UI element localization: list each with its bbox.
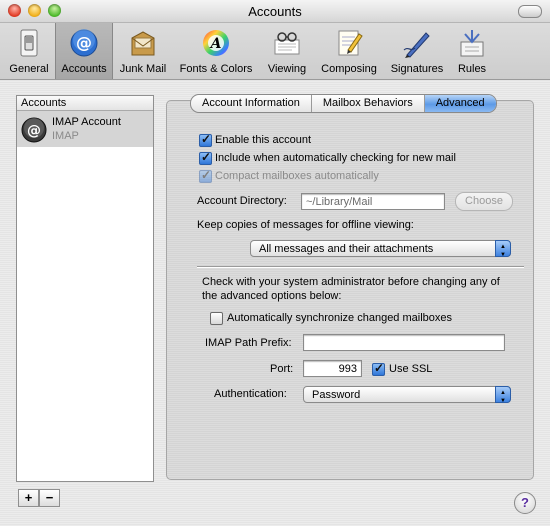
- section-divider: [197, 266, 524, 268]
- compact-mailboxes-checkbox[interactable]: [199, 168, 212, 183]
- list-item[interactable]: @ IMAP Account IMAP: [17, 111, 153, 147]
- accounts-list[interactable]: Accounts @ IMAP Account IMAP: [16, 95, 154, 482]
- authentication-value: Password: [312, 389, 361, 401]
- svg-text:@: @: [76, 33, 92, 52]
- imap-path-prefix-label: IMAP Path Prefix:: [205, 337, 292, 349]
- add-account-button[interactable]: +: [18, 489, 39, 507]
- imap-path-prefix-field[interactable]: [303, 334, 505, 351]
- light-switch-icon: [20, 29, 38, 57]
- account-tabs: Account Information Mailbox Behaviors Ad…: [190, 94, 497, 113]
- at-sign-icon: @: [70, 29, 98, 57]
- accounts-list-header: Accounts: [17, 96, 153, 111]
- toolbar-general[interactable]: General: [6, 23, 52, 79]
- toolbar-toggle-button[interactable]: [518, 5, 542, 18]
- authentication-label: Authentication:: [214, 388, 287, 400]
- toolbar-label: Composing: [321, 63, 377, 75]
- popup-arrows-icon: [495, 239, 511, 263]
- keep-copies-label: Keep copies of messages for offline view…: [197, 219, 414, 231]
- admin-note-line1: Check with your system administrator bef…: [202, 276, 500, 288]
- imap-account-icon: @: [21, 117, 47, 143]
- toolbar-label: Accounts: [61, 63, 107, 75]
- toolbar-composing[interactable]: Composing: [315, 23, 383, 79]
- toolbar-fonts-colors[interactable]: A Fonts & Colors: [173, 23, 259, 79]
- remove-account-button[interactable]: −: [39, 489, 60, 507]
- toolbar-accounts[interactable]: @ Accounts: [55, 23, 113, 79]
- tab-advanced[interactable]: Advanced: [424, 95, 496, 112]
- toolbar-junk-mail[interactable]: Junk Mail: [115, 23, 171, 79]
- toolbar-signatures[interactable]: Signatures: [386, 23, 448, 79]
- account-directory-field[interactable]: ~/Library/Mail: [301, 193, 445, 210]
- compact-mailboxes-label: Compact mailboxes automatically: [215, 170, 379, 182]
- svg-text:@: @: [27, 123, 41, 139]
- help-button[interactable]: ?: [514, 492, 536, 514]
- account-type: IMAP: [52, 130, 79, 142]
- toolbar-viewing[interactable]: Viewing: [262, 23, 312, 79]
- offline-copies-popup[interactable]: All messages and their attachments: [250, 239, 511, 263]
- enable-account-label: Enable this account: [215, 134, 312, 146]
- enable-account-checkbox[interactable]: [199, 132, 212, 147]
- auto-sync-label: Automatically synchronize changed mailbo…: [227, 312, 453, 324]
- pencil-paper-icon: [338, 30, 363, 56]
- pen-signature-icon: [403, 32, 430, 58]
- toolbar-label: Rules: [457, 63, 487, 75]
- rules-icon: [460, 30, 484, 57]
- tab-mailbox-behaviors[interactable]: Mailbox Behaviors: [312, 95, 425, 112]
- glasses-viewing-icon: [274, 32, 300, 55]
- toolbar-rules[interactable]: Rules: [452, 23, 492, 79]
- account-directory-label: Account Directory:: [197, 195, 287, 207]
- toolbar-label: Fonts & Colors: [179, 63, 253, 75]
- popup-arrows-icon: [495, 385, 511, 409]
- use-ssl-label: Use SSL: [389, 363, 433, 375]
- accounts-window: Accounts General @ Accounts Junk Mail A …: [0, 0, 550, 526]
- admin-note-line2: the advanced options below:: [202, 290, 342, 302]
- port-label: Port:: [270, 363, 294, 375]
- choose-directory-button[interactable]: Choose: [455, 192, 513, 211]
- svg-text:A: A: [209, 36, 222, 52]
- title-bar[interactable]: Accounts: [0, 0, 550, 23]
- include-auto-check-checkbox[interactable]: [199, 150, 212, 165]
- account-name: IMAP Account: [52, 116, 121, 128]
- port-field[interactable]: 993: [303, 360, 362, 377]
- use-ssl-checkbox[interactable]: [372, 361, 385, 376]
- toolbar-label: Viewing: [267, 63, 307, 75]
- auto-sync-checkbox[interactable]: [210, 312, 223, 325]
- toolbar-label: Signatures: [390, 63, 444, 75]
- tab-account-information[interactable]: Account Information: [191, 95, 312, 112]
- color-wheel-font-icon: A: [203, 30, 229, 56]
- include-auto-check-label: Include when automatically checking for …: [215, 152, 456, 164]
- offline-copies-value: All messages and their attachments: [259, 243, 434, 255]
- authentication-popup[interactable]: Password: [303, 385, 511, 409]
- junk-mail-icon: [131, 31, 155, 56]
- preferences-toolbar: General @ Accounts Junk Mail A Fonts & C…: [0, 23, 550, 80]
- window-title: Accounts: [248, 4, 302, 19]
- toolbar-label: Junk Mail: [119, 63, 167, 75]
- toolbar-label: General: [9, 63, 49, 75]
